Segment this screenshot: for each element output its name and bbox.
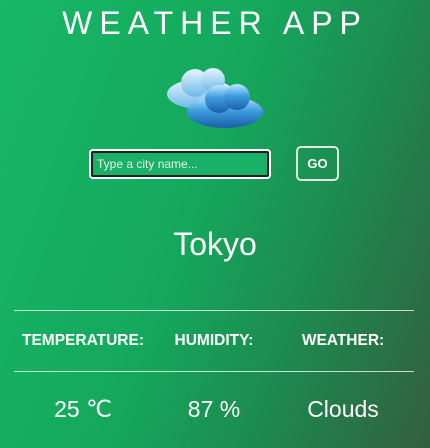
divider-bottom bbox=[14, 371, 414, 372]
city-name: Tokyo bbox=[173, 226, 257, 262]
humidity-header: HUMIDITY: bbox=[174, 332, 254, 349]
city-search-input[interactable] bbox=[89, 149, 271, 179]
cloud-icon bbox=[163, 64, 267, 132]
go-button[interactable]: GO bbox=[296, 146, 339, 181]
humidity-value: 87 % bbox=[187, 396, 241, 422]
app-title: WEATHER APP bbox=[62, 5, 368, 41]
temperature-value: 25 ℃ bbox=[54, 396, 112, 422]
divider-top bbox=[14, 310, 414, 311]
temperature-header: TEMPERATURE: bbox=[22, 332, 144, 349]
weather-header: WEATHER: bbox=[301, 332, 385, 349]
search-row: GO bbox=[0, 146, 430, 182]
weather-value: Clouds bbox=[307, 396, 379, 422]
